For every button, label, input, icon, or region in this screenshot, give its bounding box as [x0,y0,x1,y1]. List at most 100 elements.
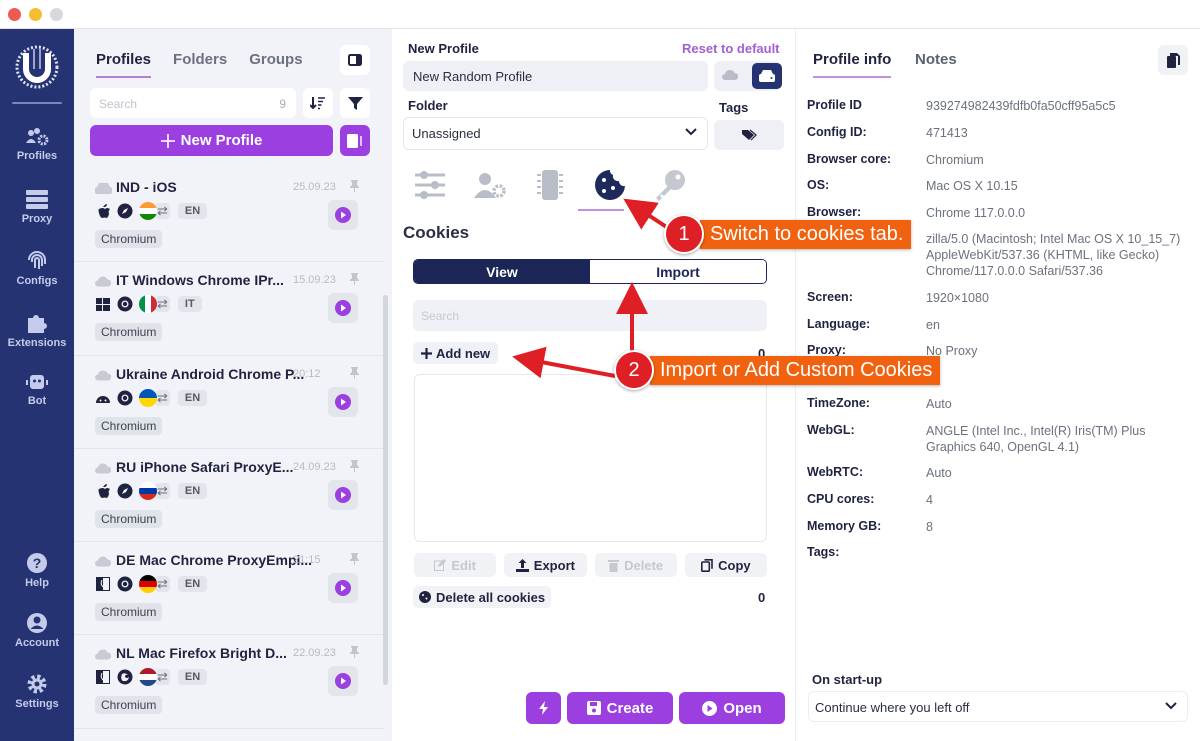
cookies-title: Cookies [403,223,470,242]
storage-icon [95,554,112,572]
profile-search-input[interactable]: Search 9 [90,88,296,118]
profile-attributes: ⇄ EN [95,668,208,687]
copy-cookies-button[interactable]: Copy [684,553,767,577]
profile-name: RU iPhone Safari ProxyE... [116,458,294,475]
pin-icon[interactable] [350,552,359,570]
language-badge: EN [177,203,208,219]
profile-list-scrollbar[interactable] [383,295,388,685]
tab-notes[interactable]: Notes [915,51,957,76]
swap-icon: ⇄ [155,389,170,406]
close-window-button[interactable] [8,8,21,21]
nav-item-extensions[interactable]: Extensions [0,312,74,349]
tab-profiles[interactable]: Profiles [96,51,152,78]
chrome-browser-icon [117,576,133,592]
nav-item-profiles[interactable]: Profiles [0,127,74,162]
hard-drive-icon [95,183,112,194]
profile-name-input[interactable]: New Random Profile [403,61,708,91]
edit-cookie-button[interactable]: Edit [414,553,497,577]
panel-icon [347,133,362,148]
quick-profile-button[interactable] [340,125,370,156]
tab-hardware[interactable] [532,167,568,203]
tags-button[interactable] [714,120,784,150]
profile-list-item[interactable]: IT Windows Chrome IPr... 15.09.23 ⇄ IT C… [74,262,384,356]
tab-identity[interactable] [472,167,508,203]
profile-list-item[interactable]: IND - iOS 25.09.23 ⇄ EN Chromium [74,169,384,263]
copy-info-button[interactable] [1158,45,1188,75]
profile-list-item[interactable]: Ukraine Android Chrome P... 20:12 ⇄ EN C… [74,356,384,449]
pin-icon[interactable] [350,366,359,384]
local-storage-option[interactable] [752,63,782,89]
swap-icon: ⇄ [155,203,170,219]
startup-value: Continue where you left off [815,700,970,715]
launch-profile-button[interactable] [328,573,358,604]
cloud-storage-option[interactable] [722,69,739,84]
info-key: CPU cores: [807,492,875,506]
puzzle-icon [28,315,47,333]
bolt-icon [538,701,548,715]
export-cookies-button[interactable]: Export [504,553,587,577]
chevron-down-icon [1165,702,1177,710]
windows-os-icon [96,298,110,312]
sort-button[interactable] [303,88,333,118]
reset-to-default-link[interactable]: Reset to default [682,41,780,56]
nav-label: Proxy [21,213,53,225]
launch-profile-button[interactable] [328,666,358,697]
nav-item-help[interactable]: ? Help [0,552,74,589]
title-bar [0,0,1200,29]
startup-select[interactable]: Continue where you left off [808,691,1188,722]
profile-list-item[interactable]: RU iPhone Safari ProxyE... 24.09.23 ⇄ EN… [74,449,384,543]
folder-value: Unassigned [412,126,481,141]
tab-profile-info[interactable]: Profile info [813,51,892,78]
pin-icon[interactable] [350,645,359,663]
tab-folders[interactable]: Folders [173,51,227,78]
nav-item-proxy[interactable]: Proxy [0,190,74,225]
tab-groups[interactable]: Groups [249,51,302,78]
create-profile-button[interactable]: Create [567,692,673,724]
launch-profile-button[interactable] [328,293,358,324]
profile-date: 25.09.23 [293,181,336,193]
quick-start-button[interactable] [526,692,561,724]
cookies-search-input[interactable]: Search [413,300,767,331]
pin-icon [350,273,359,286]
nav-item-account[interactable]: Account [0,612,74,649]
chevron-down-icon [685,128,697,136]
nav-label: Settings [15,698,59,710]
profile-name: IT Windows Chrome IPr... [116,272,284,289]
tab-cookies[interactable] [592,167,628,203]
editor-section-tabs [412,167,688,203]
pin-icon[interactable] [350,272,359,290]
tab-general-settings[interactable] [412,167,448,203]
launch-profile-button[interactable] [328,200,358,230]
import-mode-button[interactable]: Import [590,260,766,283]
delete-all-label: Delete all cookies [436,589,546,605]
profile-list-item[interactable]: DE Mac Chrome ProxyEmpi... 21:15 ⇄ EN Ch… [74,542,384,636]
nav-item-bot[interactable]: Bot [0,372,74,407]
profile-list-item[interactable]: NL Mac Firefox Bright D... 22.09.23 ⇄ EN… [74,635,384,729]
delete-all-count: 0 [758,590,766,605]
open-profile-button[interactable]: Open [679,692,785,724]
pin-icon[interactable] [350,179,359,197]
question-icon: ? [27,553,47,573]
pin-icon[interactable] [350,459,359,477]
minimize-window-button[interactable] [29,8,42,21]
new-profile-button[interactable]: New Profile [90,125,333,156]
info-key: Tags: [807,545,840,559]
filter-button[interactable] [340,88,370,118]
tab-passwords[interactable] [652,167,688,203]
folder-select[interactable]: Unassigned [403,117,708,150]
view-mode-button[interactable]: View [414,260,590,283]
nav-item-settings[interactable]: Settings [0,673,74,710]
delete-cookie-button[interactable]: Delete [594,553,677,577]
cookies-list[interactable] [414,374,767,542]
delete-all-cookies-button[interactable]: Delete all cookies [413,586,552,608]
language-badge: EN [177,389,208,406]
panel-toggle-button[interactable] [340,45,370,75]
country-flag-icon [139,202,157,220]
nav-item-configs[interactable]: Configs [0,250,74,287]
storage-toggle [714,61,782,91]
launch-profile-button[interactable] [328,479,358,510]
launch-profile-button[interactable] [328,386,358,417]
zoom-window-button[interactable] [50,8,63,21]
save-icon [586,701,601,715]
add-new-cookie-button[interactable]: Add new [413,342,499,364]
